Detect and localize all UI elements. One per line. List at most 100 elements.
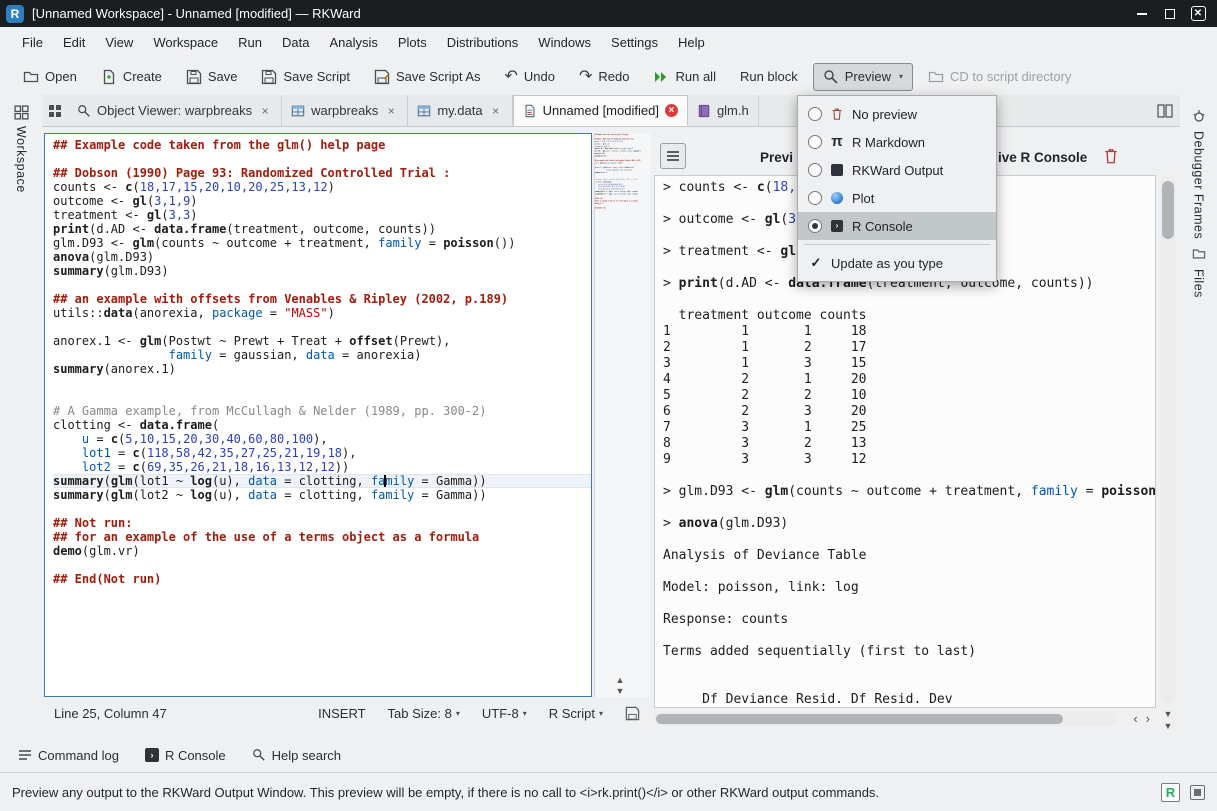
input-mode[interactable]: INSERT — [318, 706, 365, 721]
scroll-down-icon[interactable]: ▼ — [608, 686, 632, 697]
preview-dropdown-menu: No preview π R Markdown RKWard Output Pl… — [797, 95, 997, 282]
cd-label: CD to script directory — [950, 69, 1071, 84]
preview-menu-button[interactable] — [660, 143, 686, 169]
tab-glm-help[interactable]: glm.h — [688, 95, 759, 126]
scroll-right-icon[interactable]: › — [1146, 712, 1150, 726]
menu-settings[interactable]: Settings — [601, 27, 668, 58]
save-button[interactable]: Save — [177, 64, 247, 90]
save-status-icon[interactable] — [625, 706, 640, 721]
save-script-as-button[interactable]: Save Script As — [365, 64, 490, 90]
menu-item-update-as-you-type[interactable]: ✓ Update as you type — [798, 249, 996, 277]
scroll-left-icon[interactable]: ‹ — [1133, 712, 1137, 726]
minimize-button[interactable] — [1133, 5, 1151, 23]
radio-icon — [808, 163, 822, 177]
left-toolview-bar: Workspace — [0, 95, 42, 738]
main-toolbar: Open Create Save Save Script Save Script… — [0, 58, 1217, 95]
menu-item-r-markdown[interactable]: π R Markdown — [798, 128, 996, 156]
console-horizontal-scrollbar[interactable] — [654, 712, 1116, 726]
open-label: Open — [45, 69, 77, 84]
menu-item-rkward-output[interactable]: RKWard Output — [798, 156, 996, 184]
radio-icon — [808, 107, 822, 121]
tab-close-icon[interactable]: × — [384, 104, 398, 118]
preview-button[interactable]: Preview ▾ — [813, 63, 913, 91]
menu-run[interactable]: Run — [228, 27, 272, 58]
tab-close-icon[interactable]: × — [258, 104, 272, 118]
menu-workspace[interactable]: Workspace — [143, 27, 228, 58]
encoding-select[interactable]: UTF-8▾ — [482, 706, 527, 721]
close-icon: ✕ — [1191, 6, 1206, 21]
r-engine-status-badge[interactable]: R — [1161, 783, 1180, 802]
r-console-button[interactable]: › R Console — [137, 743, 234, 768]
grid-icon — [48, 104, 62, 118]
scroll-up-icon[interactable]: ▲ — [608, 675, 632, 686]
run-block-label: Run block — [740, 69, 798, 84]
run-block-button[interactable]: Run block — [731, 64, 807, 89]
cd-folder-icon — [928, 69, 944, 85]
help-book-icon — [697, 104, 711, 118]
tab-size-select[interactable]: Tab Size: 8▾ — [388, 706, 460, 721]
editor-minimap-scrollbar[interactable]: ## Example code taken from the glm() hel… — [594, 133, 650, 697]
tab-list-button[interactable] — [42, 95, 68, 126]
menu-view[interactable]: View — [95, 27, 143, 58]
cursor-position[interactable]: Line 25, Column 47 — [54, 706, 167, 721]
scroll-down-icon[interactable]: ▼ — [1160, 720, 1176, 732]
preview-title-fragment: ive R Console — [998, 141, 1087, 175]
sidebar-item-debugger-frames[interactable]: Debugger Frames — [1192, 131, 1206, 239]
scrollbar-thumb[interactable] — [656, 714, 1063, 724]
trash-icon[interactable] — [1102, 147, 1122, 167]
help-search-button[interactable]: Help search — [244, 743, 349, 768]
menu-item-r-console[interactable]: › R Console — [798, 212, 996, 240]
save-script-label: Save Script — [283, 69, 349, 84]
maximize-button[interactable] — [1161, 5, 1179, 23]
app-icon: R — [6, 5, 24, 23]
preview-label: Preview — [845, 69, 891, 84]
sidebar-item-files[interactable]: Files — [1192, 269, 1206, 298]
minimize-icon — [1137, 13, 1147, 15]
menu-plots[interactable]: Plots — [388, 27, 437, 58]
tab-my-data[interactable]: my.data × — [408, 95, 512, 126]
filetype-select[interactable]: R Script▾ — [549, 706, 603, 721]
menu-separator — [804, 244, 990, 245]
redo-button[interactable]: ↷ Redo — [570, 64, 638, 90]
editor-code[interactable]: ## Example code taken from the glm() hel… — [53, 138, 591, 586]
open-folder-icon — [23, 69, 39, 85]
tab-object-viewer-warpbreaks[interactable]: Object Viewer: warpbreaks × — [68, 95, 282, 126]
scroll-down-icon[interactable]: ▼ — [1160, 708, 1176, 720]
open-button[interactable]: Open — [14, 64, 86, 90]
sidebar-item-workspace[interactable]: Workspace — [14, 126, 28, 193]
tab-close-icon[interactable]: × — [489, 104, 503, 118]
menu-item-plot[interactable]: Plot — [798, 184, 996, 212]
tab-close-icon[interactable]: × — [665, 104, 678, 117]
radio-selected-icon — [808, 219, 822, 233]
create-button[interactable]: Create — [92, 64, 171, 90]
menu-data[interactable]: Data — [272, 27, 319, 58]
save-script-as-label: Save Script As — [396, 69, 481, 84]
menu-windows[interactable]: Windows — [528, 27, 601, 58]
split-view-button[interactable] — [1150, 95, 1180, 126]
script-editor[interactable]: ## Example code taken from the glm() hel… — [44, 133, 592, 697]
tab-warpbreaks[interactable]: warpbreaks × — [282, 95, 408, 126]
run-all-icon — [653, 69, 669, 85]
workspace-icon — [14, 105, 29, 120]
menu-distributions[interactable]: Distributions — [437, 27, 529, 58]
menubar: File Edit View Workspace Run Data Analys… — [0, 27, 1217, 58]
command-log-button[interactable]: Command log — [10, 743, 127, 768]
cd-script-directory-button[interactable]: CD to script directory — [919, 64, 1080, 90]
console-vertical-scrollbar[interactable] — [1160, 175, 1176, 704]
tab-unnamed-modified[interactable]: Unnamed [modified] × — [513, 95, 688, 126]
menu-edit[interactable]: Edit — [53, 27, 95, 58]
close-button[interactable]: ✕ — [1189, 5, 1207, 23]
scrollbar-thumb[interactable] — [1162, 181, 1174, 239]
stop-engine-icon[interactable] — [1190, 785, 1205, 800]
menu-analysis[interactable]: Analysis — [319, 27, 387, 58]
table-icon — [291, 104, 305, 118]
save-script-button[interactable]: Save Script — [252, 64, 358, 90]
menu-help[interactable]: Help — [668, 27, 715, 58]
minimap-thumbnail: ## Example code taken from the glm() hel… — [595, 133, 650, 209]
menu-file[interactable]: File — [12, 27, 53, 58]
run-all-button[interactable]: Run all — [644, 64, 724, 90]
script-editor-pane: ## Example code taken from the glm() hel… — [42, 127, 652, 738]
undo-button[interactable]: ↶ Undo — [496, 64, 564, 90]
radio-icon — [808, 191, 822, 205]
menu-item-no-preview[interactable]: No preview — [798, 100, 996, 128]
